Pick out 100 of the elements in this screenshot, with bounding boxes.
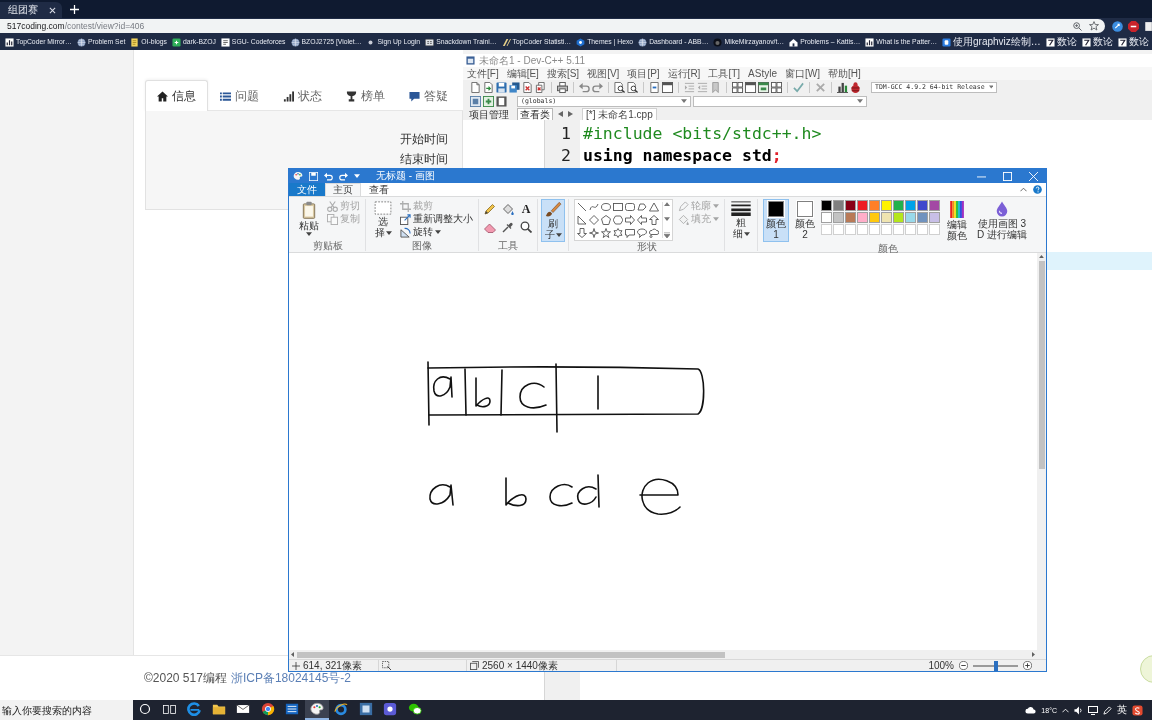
star-icon[interactable] (1089, 21, 1099, 31)
document-cross-icon[interactable] (522, 81, 533, 93)
zoom-in-icon[interactable] (1023, 661, 1032, 670)
bookmark[interactable]: 数论 (1117, 37, 1149, 47)
check-icon[interactable] (793, 81, 804, 93)
file-menu-tab[interactable]: 文件 (289, 183, 325, 196)
color-1-button[interactable]: 颜色 1 (763, 199, 789, 242)
menu-item[interactable]: 视图[V] (587, 67, 620, 80)
search-field[interactable]: 输入你要搜索的内容 (0, 700, 133, 720)
network-icon[interactable] (1088, 705, 1098, 715)
page-tab[interactable]: 状态 (271, 80, 334, 111)
scroll-up-icon[interactable] (664, 202, 670, 206)
input-method[interactable]: 英 (1117, 703, 1127, 717)
oval-icon[interactable] (601, 202, 611, 212)
horizontal-scrollbar[interactable] (289, 650, 1046, 659)
select-button[interactable]: 选择 (371, 199, 395, 240)
text-tool-button[interactable]: A (520, 203, 532, 215)
color-swatch-icon[interactable] (857, 200, 868, 211)
octagon-icon[interactable] (1128, 20, 1139, 32)
caret-icon[interactable] (354, 174, 360, 178)
color-2-button[interactable]: 颜色 2 (792, 199, 818, 242)
pentagon-icon[interactable] (601, 215, 611, 225)
cloud-callout-icon[interactable] (649, 228, 659, 238)
color-swatch-icon[interactable] (869, 212, 880, 223)
color-swatch-icon[interactable] (821, 200, 832, 211)
document-search-icon[interactable] (627, 81, 638, 93)
bug-icon[interactable] (850, 81, 861, 93)
document-bar-icon[interactable] (649, 81, 660, 93)
color-swatch-icon[interactable] (893, 212, 904, 223)
vertical-scrollbar[interactable] (1037, 253, 1046, 650)
scroll-up-icon[interactable] (1039, 255, 1044, 258)
menu-item[interactable]: 项目[P] (627, 67, 660, 80)
expand-icon[interactable] (664, 232, 670, 238)
color-swatch-icon[interactable] (905, 212, 916, 223)
undo-icon[interactable] (324, 171, 333, 181)
new-tab-icon[interactable] (70, 4, 79, 14)
address-field[interactable]: 517coding.com/contest/view?id=406 (0, 19, 1105, 33)
color-swatch-icon[interactable] (821, 212, 832, 223)
four-point-star-icon[interactable] (589, 228, 599, 238)
window-icon[interactable] (662, 81, 673, 93)
menu-item[interactable]: 窗口[W] (784, 67, 820, 80)
undo-icon[interactable] (579, 81, 590, 93)
page-tab[interactable]: 问题 (208, 80, 271, 111)
close-icon[interactable] (49, 6, 56, 14)
bookmark[interactable]: 使用graphviz绘制… (942, 37, 1041, 47)
redo-icon[interactable] (592, 81, 603, 93)
paint-3d-button[interactable]: 使用画图 3D 进行编辑 (973, 199, 1031, 242)
scroll-down-icon[interactable] (664, 217, 670, 221)
grid-icon[interactable] (732, 81, 743, 93)
left-arrow-icon[interactable] (637, 215, 647, 225)
zoom-out-icon[interactable] (959, 661, 968, 670)
panel-tab[interactable]: 查看类 (517, 107, 553, 121)
help-icon[interactable] (1033, 185, 1042, 194)
scroll-right-icon[interactable] (568, 111, 573, 117)
color-swatch-icon[interactable] (929, 212, 940, 223)
up-arrow-icon[interactable] (649, 215, 659, 225)
triangle-icon[interactable] (649, 202, 659, 212)
hexagon-icon[interactable] (613, 215, 623, 225)
down-arrow-icon[interactable] (577, 228, 587, 238)
class-icon[interactable] (470, 95, 481, 107)
color-swatch-icon[interactable] (929, 200, 940, 211)
redo-icon[interactable] (339, 171, 348, 181)
menu-item[interactable]: AStyle (748, 67, 777, 80)
cloud-icon[interactable] (1025, 706, 1037, 714)
pen-icon[interactable] (1103, 705, 1112, 715)
floppy-icon[interactable] (309, 171, 318, 181)
bookmark[interactable]: 数论 (1045, 37, 1077, 47)
star-icon[interactable] (601, 228, 611, 238)
slider-thumb[interactable] (993, 660, 998, 671)
color-swatch-icon[interactable] (917, 200, 928, 211)
resize-button[interactable]: 重新调整大小 (400, 213, 473, 225)
scroll-right-icon[interactable] (1032, 652, 1035, 657)
color-swatch-icon[interactable] (845, 212, 856, 223)
color-swatch-icon[interactable] (833, 212, 844, 223)
curve-icon[interactable] (589, 202, 599, 212)
floppy-stack-icon[interactable] (509, 81, 520, 93)
polygon-icon[interactable] (637, 202, 647, 212)
eyedropper-icon[interactable] (502, 221, 514, 233)
page-tab[interactable]: 榜单 (334, 80, 397, 111)
eraser-icon[interactable] (484, 221, 496, 233)
fill-bucket-icon[interactable] (502, 203, 514, 215)
scroll-left-icon[interactable] (291, 652, 294, 657)
bookmark[interactable]: 数论 (1081, 37, 1113, 47)
color-swatch-icon[interactable] (869, 200, 880, 211)
window-icon[interactable] (758, 81, 769, 93)
icp-link[interactable]: 浙ICP备18024145号-2 (230, 669, 351, 687)
right-arrow-icon[interactable] (625, 215, 635, 225)
extension-icon[interactable] (1144, 20, 1152, 32)
speaker-icon[interactable] (1074, 705, 1083, 715)
color-swatch-icon[interactable] (905, 200, 916, 211)
menu-item[interactable]: 搜索[S] (546, 67, 580, 80)
right-triangle-icon[interactable] (577, 215, 587, 225)
color-swatch-icon[interactable] (833, 200, 844, 211)
grid-icon[interactable] (771, 81, 782, 93)
rounded-rectangle-icon[interactable] (625, 202, 635, 212)
document-search-icon[interactable] (614, 81, 625, 93)
page-tab[interactable]: 答疑 (397, 80, 460, 111)
color-swatch-icon[interactable] (857, 212, 868, 223)
menu-item[interactable]: 帮助[H] (827, 67, 861, 80)
window-icon[interactable] (745, 81, 756, 93)
